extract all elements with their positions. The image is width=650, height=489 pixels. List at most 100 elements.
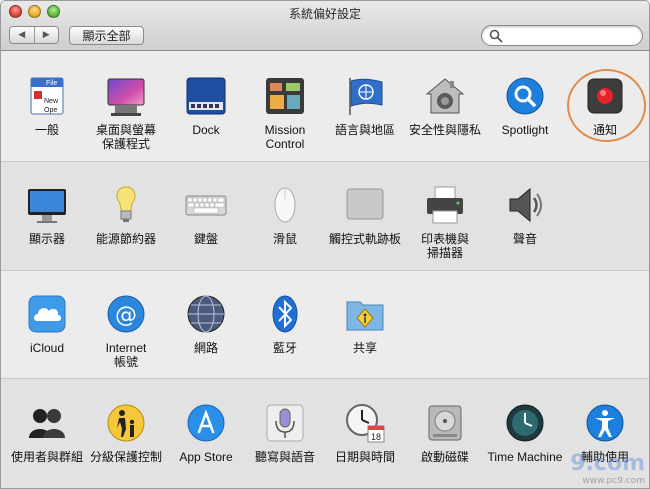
notifications-icon <box>584 75 626 117</box>
pref-label: 桌面與螢幕 保護程式 <box>95 123 156 151</box>
pref-label: App Store <box>179 450 233 464</box>
security-house-icon <box>424 75 466 117</box>
pref-spotlight[interactable]: Spotlight <box>485 75 565 137</box>
language-flag-icon <box>344 75 386 117</box>
svg-text:18: 18 <box>371 432 381 442</box>
pref-label: 共享 <box>352 341 377 355</box>
users-icon <box>26 402 68 444</box>
dock-icon <box>185 75 227 117</box>
svg-text:@: @ <box>115 303 137 328</box>
pref-label: 印表機與 掃描器 <box>420 232 469 260</box>
system-preferences-window: 系統偏好設定 ◀ ▶ 顯示全部 File New Ope 一般 桌面與螢幕 保護程式 <box>0 0 650 489</box>
icloud-icon <box>26 293 68 335</box>
pref-dock[interactable]: Dock <box>166 75 246 137</box>
pref-security[interactable]: 安全性與隱私 <box>405 75 485 137</box>
pref-app-store[interactable]: App Store <box>166 402 246 464</box>
pref-label: iCloud <box>29 341 65 355</box>
pref-trackpad[interactable]: 觸控式軌跡板 <box>325 184 405 246</box>
pref-network[interactable]: 網路 <box>166 293 246 355</box>
pref-displays[interactable]: 顯示器 <box>7 184 87 246</box>
pref-users[interactable]: 使用者與群組 <box>7 402 87 464</box>
show-all-button[interactable]: 顯示全部 <box>69 26 144 45</box>
mouse-icon <box>264 184 306 226</box>
pref-mouse[interactable]: 滑鼠 <box>245 184 325 246</box>
bluetooth-icon <box>264 293 306 335</box>
pref-label: 藍牙 <box>272 341 297 355</box>
pref-label: 能源節約器 <box>95 232 156 246</box>
pref-dictation[interactable]: 聽寫與語音 <box>245 402 325 464</box>
pref-label: 分級保護控制 <box>89 450 162 464</box>
parental-controls-icon <box>105 402 147 444</box>
pref-label: 聲音 <box>512 232 537 246</box>
pref-label: 聽寫與語音 <box>254 450 315 464</box>
pref-energy[interactable]: 能源節約器 <box>86 184 166 246</box>
time-machine-icon <box>504 402 546 444</box>
printer-icon <box>424 184 466 226</box>
spotlight-icon <box>504 75 546 117</box>
pref-parental-controls[interactable]: 分級保護控制 <box>86 402 166 464</box>
pref-label: Spotlight <box>501 123 549 137</box>
pref-startup-disk[interactable]: 啟動磁碟 <box>405 402 485 464</box>
search-field[interactable] <box>481 25 643 46</box>
app-store-icon <box>185 402 227 444</box>
pref-label: 通知 <box>592 123 617 137</box>
display-icon <box>26 184 68 226</box>
internet-accounts-icon: @ <box>105 293 147 335</box>
svg-text:File: File <box>46 80 57 87</box>
search-input[interactable] <box>506 28 636 43</box>
pref-date-time[interactable]: 18 日期與時間 <box>325 402 405 464</box>
watermark: 9.com www.pc9.com <box>570 451 645 486</box>
pref-label: 啟動磁碟 <box>420 450 469 464</box>
watermark-text: 9.com <box>570 451 645 476</box>
pref-label: 鍵盤 <box>193 232 218 246</box>
pref-label: 日期與時間 <box>334 450 395 464</box>
sharing-folder-icon <box>344 293 386 335</box>
nav-segment: ◀ ▶ <box>9 26 59 44</box>
pref-bluetooth[interactable]: 藍牙 <box>245 293 325 355</box>
pref-label: 滑鼠 <box>272 232 297 246</box>
pref-label: 觸控式軌跡板 <box>328 232 401 246</box>
general-icon: File New Ope <box>26 75 68 117</box>
pref-language[interactable]: 語言與地區 <box>325 75 405 137</box>
startup-disk-icon <box>424 402 466 444</box>
mission-control-icon <box>264 75 306 117</box>
watermark-url: www.pc9.com <box>582 476 645 486</box>
svg-text:Ope: Ope <box>44 107 57 114</box>
titlebar: 系統偏好設定 ◀ ▶ 顯示全部 <box>1 1 649 51</box>
svg-text:New: New <box>44 98 59 105</box>
pref-sound[interactable]: 聲音 <box>485 184 565 246</box>
pref-notifications[interactable]: 通知 <box>565 75 645 137</box>
network-globe-icon <box>185 293 227 335</box>
keyboard-icon <box>185 184 227 226</box>
search-icon <box>489 29 503 43</box>
pref-sharing[interactable]: 共享 <box>325 293 405 355</box>
pref-label: Dock <box>192 123 220 137</box>
back-button[interactable]: ◀ <box>10 27 35 43</box>
pref-label: 顯示器 <box>28 232 65 246</box>
pref-label: Internet 帳號 <box>105 341 147 369</box>
speaker-icon <box>504 184 546 226</box>
pref-label: 安全性與隱私 <box>408 123 481 137</box>
pref-label: Mission Control <box>264 123 306 151</box>
pref-label: 一般 <box>34 123 59 137</box>
microphone-icon <box>264 402 306 444</box>
pref-general[interactable]: File New Ope 一般 <box>7 75 87 137</box>
lightbulb-icon <box>105 184 147 226</box>
pref-icloud[interactable]: iCloud <box>7 293 87 355</box>
pref-label: 語言與地區 <box>334 123 395 137</box>
forward-button[interactable]: ▶ <box>35 27 59 43</box>
pref-internet-accounts[interactable]: @ Internet 帳號 <box>86 293 166 369</box>
desktop-icon <box>105 75 147 117</box>
trackpad-icon <box>344 184 386 226</box>
clock-calendar-icon: 18 <box>344 402 386 444</box>
pref-time-machine[interactable]: Time Machine <box>485 402 565 464</box>
pref-keyboard[interactable]: 鍵盤 <box>166 184 246 246</box>
pref-printers[interactable]: 印表機與 掃描器 <box>405 184 485 260</box>
window-title: 系統偏好設定 <box>288 7 361 21</box>
pref-label: Time Machine <box>487 450 563 464</box>
pref-label: 網路 <box>193 341 218 355</box>
pref-mission-control[interactable]: Mission Control <box>245 75 325 151</box>
pref-label: 使用者與群組 <box>10 450 83 464</box>
pref-desktop[interactable]: 桌面與螢幕 保護程式 <box>86 75 166 151</box>
accessibility-icon <box>584 402 626 444</box>
